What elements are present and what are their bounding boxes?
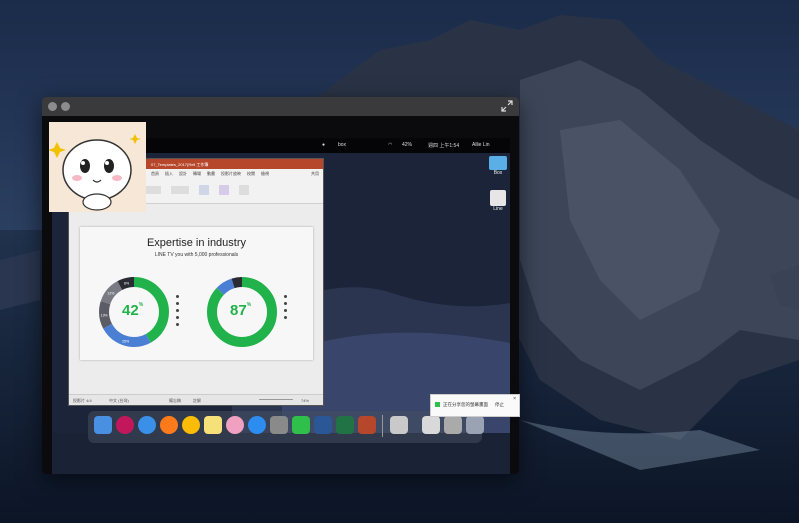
line-app-icon[interactable] [292, 416, 310, 434]
share-button[interactable]: 共用 [311, 171, 319, 177]
tab-view[interactable]: 檢視 [261, 171, 269, 177]
firefox-icon[interactable] [160, 416, 178, 434]
slide-title: Expertise in industry [146, 237, 247, 249]
zoom-label: 74% [301, 398, 310, 403]
word-icon[interactable] [314, 416, 332, 434]
app-store-icon[interactable] [248, 416, 266, 434]
fullscreen-icon[interactable] [501, 100, 513, 112]
tab-transitions[interactable]: 轉場 [193, 171, 201, 177]
notes-icon[interactable] [204, 416, 222, 434]
desktop-icon-label: Line [493, 206, 503, 212]
line-status-icon[interactable]: ● [322, 142, 325, 148]
donut-2-unit: % [246, 302, 252, 308]
donut-2-value: 87% [230, 302, 251, 319]
slide-subtitle: LINE TV you with 5,000 professionals [154, 252, 239, 258]
share-status-icon [435, 402, 440, 407]
battery-label[interactable]: 42% [402, 142, 412, 148]
donut-1-value: 42% [122, 302, 143, 319]
share-titlebar [42, 97, 519, 116]
paragraph-buttons[interactable] [171, 186, 189, 194]
preview-icon[interactable] [390, 416, 408, 434]
excel-icon[interactable] [336, 416, 354, 434]
slide-counter: 投影片 4/4 [73, 398, 92, 403]
tab-insert[interactable]: 插入 [165, 171, 173, 177]
chrome-icon[interactable] [182, 416, 200, 434]
language-label: 中文 (台灣) [109, 398, 129, 403]
shapes-icon[interactable] [199, 185, 209, 195]
tab-slideshow[interactable]: 投影片放映 [221, 171, 241, 177]
ribbon-tabs: 首頁 插入 設計 轉場 動畫 投影片放映 校閱 檢視 [151, 171, 269, 177]
drive-icon [490, 190, 506, 206]
safari-icon[interactable] [138, 416, 156, 434]
clock-label[interactable]: 週四 上午1:54 [428, 142, 459, 149]
dock-separator [382, 415, 383, 437]
close-button[interactable] [48, 102, 57, 111]
minimize-button[interactable] [61, 102, 70, 111]
folder-icon [489, 156, 507, 170]
comments-button[interactable]: 註解 [193, 398, 201, 404]
sticker-overlay [49, 122, 146, 212]
donut-2-legend [284, 294, 289, 322]
tab-home[interactable]: 首頁 [151, 171, 159, 177]
share-notification: 正在分享您的螢幕畫面 停止 × [430, 394, 520, 417]
screen-share-icon[interactable] [422, 416, 440, 434]
donut-2-number: 87 [230, 302, 247, 319]
donut-1-legend [176, 294, 181, 329]
ppt-doc-title: 07_Templates_2017(Rell 工作簿 [151, 162, 209, 167]
stop-share-button[interactable]: 停止 [495, 402, 504, 408]
donut-1-slice-label: 8% [124, 281, 129, 285]
tab-animations[interactable]: 動畫 [207, 171, 215, 177]
donut-1-slice-label: 13% [101, 313, 108, 317]
desktop-icon-label: Box [493, 170, 503, 176]
desktop-icon-box[interactable]: Box [486, 156, 510, 176]
wifi-icon[interactable]: ◠ [388, 142, 392, 148]
notes-button[interactable]: 備忘稿 [169, 398, 181, 404]
dock [88, 411, 484, 443]
donut-1-unit: % [138, 302, 144, 308]
slide-canvas[interactable]: Expertise in industry LINE TV you with 5… [80, 227, 313, 360]
finder-icon[interactable] [94, 416, 112, 434]
app-icon-lips[interactable] [116, 416, 134, 434]
notification-text: 正在分享您的螢幕畫面 [443, 402, 488, 407]
text-icon[interactable] [219, 185, 229, 195]
trash-icon[interactable] [466, 416, 484, 434]
zoom-slider[interactable] [259, 399, 293, 400]
user-label[interactable]: Allie Lin [472, 142, 490, 148]
tab-review[interactable]: 校閱 [247, 171, 255, 177]
downloads-icon[interactable] [444, 416, 462, 434]
ppt-statusbar: 投影片 4/4 中文 (台灣) 備忘稿 註解 74% [69, 394, 323, 405]
box-status-label[interactable]: box [338, 142, 346, 148]
donut-1-slice-label: 12% [107, 291, 114, 295]
system-preferences-icon[interactable] [270, 416, 288, 434]
tab-design[interactable]: 設計 [179, 171, 187, 177]
donut-1-number: 42 [122, 302, 139, 319]
close-icon[interactable]: × [513, 396, 516, 402]
line-character-sticker [49, 122, 146, 212]
powerpoint-icon[interactable] [358, 416, 376, 434]
desktop-icon-line[interactable]: Line [486, 190, 510, 212]
donut-1-slice-label: 25% [122, 339, 129, 343]
arrange-icon[interactable] [239, 185, 249, 195]
photos-icon[interactable] [226, 416, 244, 434]
